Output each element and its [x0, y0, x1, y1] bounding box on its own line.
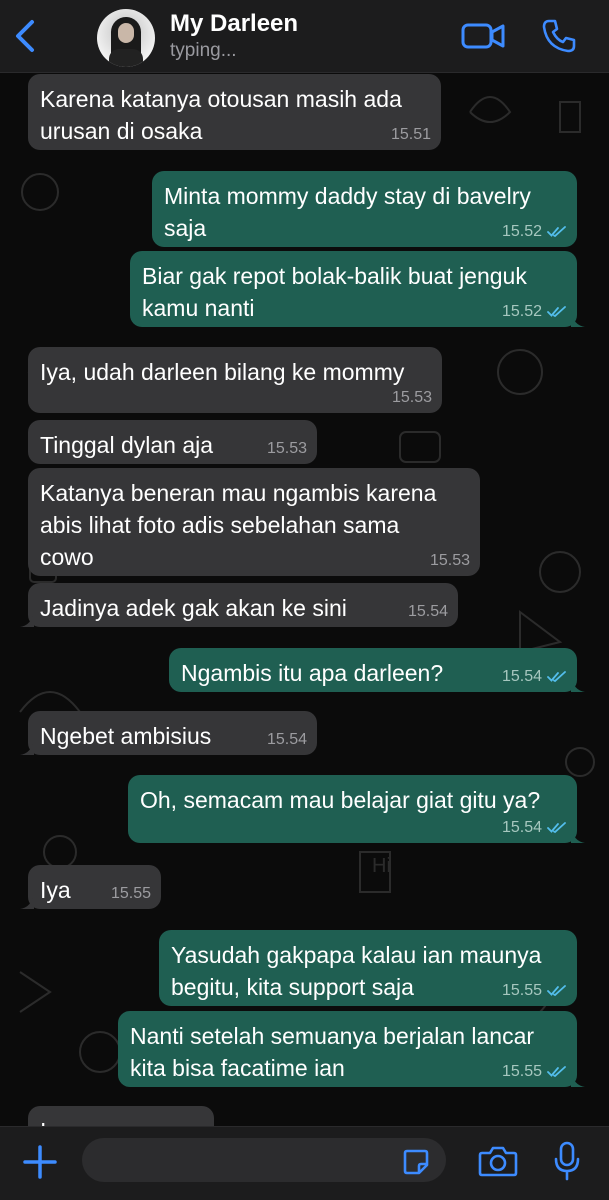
- message-time: 15.54: [266, 731, 307, 748]
- chat-header: My Darleen typing...: [0, 0, 609, 73]
- outgoing-message[interactable]: Minta mommy daddy stay di bavelry saja 15…: [152, 171, 577, 247]
- outgoing-message[interactable]: Biar gak repot bolak-balik buat jenguk k…: [130, 251, 585, 327]
- chevron-left-icon[interactable]: [10, 18, 40, 54]
- incoming-message[interactable]: Karena katanya otousan masih ada urusan …: [28, 74, 441, 150]
- incoming-message[interactable]: Katanya beneran mau ngambis karena abis …: [28, 468, 480, 576]
- plus-icon[interactable]: [22, 1144, 58, 1180]
- phone-icon[interactable]: [541, 18, 577, 54]
- read-receipt-icon: [547, 306, 566, 318]
- sticker-icon[interactable]: [402, 1148, 430, 1176]
- svg-text:Hi: Hi: [372, 855, 391, 877]
- read-receipt-icon: [547, 671, 566, 683]
- composer-bar: [0, 1126, 609, 1200]
- message-time: 15.55: [110, 885, 151, 902]
- message-time: 15.53: [429, 552, 470, 569]
- microphone-icon[interactable]: [552, 1141, 582, 1181]
- message-time: 15.55: [501, 1063, 542, 1080]
- message-text: Ngebet ambisius: [40, 723, 212, 749]
- incoming-message[interactable]: Ngebet ambisius 15.54: [20, 711, 317, 755]
- read-receipt-icon: [547, 822, 566, 834]
- message-text: Nanti setelah semuanya berjalan lancar k…: [130, 1023, 535, 1081]
- message-time: 15.52: [501, 223, 542, 240]
- message-text: Iya, udah darleen bilang ke mommy: [40, 359, 405, 385]
- incoming-message[interactable]: Jadinya adek gak akan ke sini 15.54: [20, 583, 458, 627]
- message-input[interactable]: [82, 1138, 446, 1182]
- message-meta: 15.54: [502, 668, 567, 686]
- contact-name[interactable]: My Darleen: [170, 10, 298, 38]
- typing-status: typing...: [170, 40, 237, 61]
- message-meta: 15.53: [392, 389, 432, 407]
- message-meta: 15.55: [502, 982, 567, 1000]
- message-meta: 15.55: [111, 885, 151, 903]
- camera-icon[interactable]: [478, 1144, 518, 1178]
- video-camera-icon[interactable]: [461, 20, 505, 52]
- message-time: 15.54: [407, 603, 448, 620]
- bubble-tail: [20, 739, 34, 755]
- message-text: Oh, semacam mau belajar giat gitu ya?: [140, 787, 541, 813]
- message-text: Katanya beneran mau ngambis karena abis …: [40, 480, 437, 570]
- outgoing-message[interactable]: Yasudah gakpapa kalau ian maunya begitu,…: [159, 930, 577, 1006]
- message-time: 15.53: [391, 389, 432, 406]
- message-time: 15.53: [266, 440, 307, 457]
- message-time: 15.52: [501, 303, 542, 320]
- outgoing-message[interactable]: Nanti setelah semuanya berjalan lancar k…: [118, 1011, 585, 1087]
- message-text: Karena katanya otousan masih ada urusan …: [40, 86, 402, 144]
- incoming-message[interactable]: Tinggal dylan aja 15.53: [28, 420, 317, 464]
- message-time: 15.54: [501, 819, 542, 836]
- message-meta: 15.54: [502, 819, 567, 837]
- read-receipt-icon: [547, 985, 566, 997]
- message-meta: 15.52: [502, 223, 567, 241]
- message-meta: 15.52: [502, 303, 567, 321]
- message-meta: 15.51: [391, 126, 431, 144]
- bubble-tail: [571, 827, 585, 843]
- message-meta: 15.53: [430, 552, 470, 570]
- message-time: 15.51: [390, 126, 431, 143]
- bubble-tail: [20, 893, 34, 909]
- message-meta: 15.53: [267, 440, 307, 458]
- bubble-tail: [20, 611, 34, 627]
- incoming-message[interactable]: Iya, udah darleen bilang ke mommy 15.53: [28, 347, 442, 413]
- message-meta: 15.54: [408, 603, 448, 621]
- bubble-tail: [571, 1071, 585, 1087]
- avatar[interactable]: [97, 9, 155, 67]
- bubble-tail: [571, 676, 585, 692]
- outgoing-message[interactable]: Ngambis itu apa darleen? 15.54: [169, 648, 585, 692]
- message-text: Jadinya adek gak akan ke sini: [40, 595, 347, 621]
- message-time: 15.54: [501, 668, 542, 685]
- message-text: Tinggal dylan aja: [40, 432, 214, 458]
- message-time: 15.55: [501, 982, 542, 999]
- incoming-message[interactable]: Iya 15.55: [20, 865, 161, 909]
- message-meta: 15.55: [502, 1063, 567, 1081]
- message-meta: 15.54: [267, 731, 307, 749]
- outgoing-message[interactable]: Oh, semacam mau belajar giat gitu ya? 15.…: [128, 775, 585, 843]
- bubble-tail: [571, 311, 585, 327]
- read-receipt-icon: [547, 1066, 566, 1078]
- read-receipt-icon: [547, 226, 566, 238]
